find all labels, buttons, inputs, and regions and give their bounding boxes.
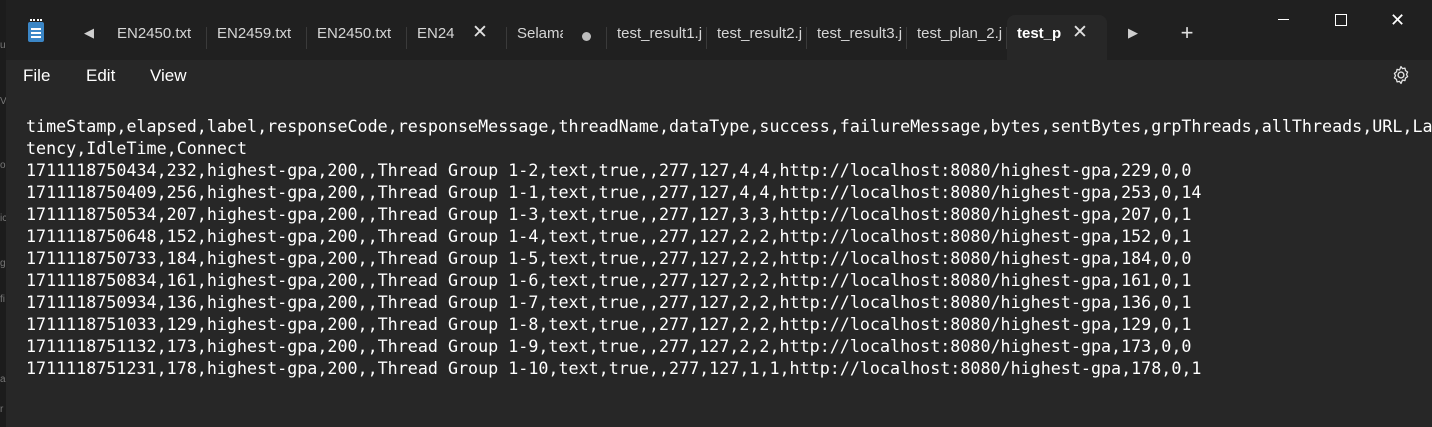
editor-line: 1711118750434,232,highest-gpa,200,,Threa… bbox=[26, 160, 1192, 180]
notepad-icon bbox=[28, 19, 44, 42]
editor-line: 1711118750934,136,highest-gpa,200,,Threa… bbox=[26, 292, 1192, 312]
tab-test-result2[interactable]: test_result2.j bbox=[707, 15, 807, 60]
tab-test-result1[interactable]: test_result1.j bbox=[607, 15, 707, 60]
text-editor-area[interactable]: timeStamp,elapsed,label,responseCode,res… bbox=[6, 92, 1432, 427]
maximize-button[interactable] bbox=[1312, 0, 1369, 40]
menu-file[interactable]: File bbox=[23, 66, 50, 86]
tab-label: test_result2.j bbox=[717, 25, 803, 42]
triangle-left-icon: ◀ bbox=[84, 25, 94, 40]
tab-label: EN2450.txt bbox=[317, 25, 392, 42]
tab-label: Selama bbox=[517, 25, 563, 42]
tab-en2450-txt[interactable]: EN2450.txt bbox=[107, 15, 207, 60]
minimize-icon bbox=[1278, 19, 1289, 21]
tab-label: test_plan_2.j bbox=[917, 25, 1003, 42]
tab-test-p-active[interactable]: test_p ✕ bbox=[1007, 15, 1107, 60]
gear-icon[interactable] bbox=[1390, 64, 1412, 86]
new-tab-button[interactable]: + bbox=[1176, 20, 1198, 46]
editor-line: 1711118750733,184,highest-gpa,200,,Threa… bbox=[26, 248, 1192, 268]
tab-label: EN2450.txt bbox=[117, 25, 192, 42]
editor-line: 1711118750409,256,highest-gpa,200,,Threa… bbox=[26, 182, 1202, 202]
scroll-tabs-left-button[interactable]: ◀ bbox=[77, 21, 101, 45]
scroll-tabs-right-button[interactable]: ▶ bbox=[1121, 21, 1145, 45]
triangle-right-icon: ▶ bbox=[1128, 25, 1138, 40]
close-icon[interactable]: ✕ bbox=[470, 23, 490, 43]
unsaved-dot-icon bbox=[582, 32, 591, 41]
close-window-button[interactable]: ✕ bbox=[1369, 0, 1426, 40]
editor-line: 1711118751132,173,highest-gpa,200,,Threa… bbox=[26, 336, 1192, 356]
editor-line: 1711118750834,161,highest-gpa,200,,Threa… bbox=[26, 270, 1192, 290]
minimize-button[interactable] bbox=[1255, 0, 1312, 40]
menu-view[interactable]: View bbox=[150, 66, 187, 86]
tab-selama[interactable]: Selama bbox=[507, 15, 607, 60]
editor-line: timeStamp,elapsed,label,responseCode,res… bbox=[26, 116, 1432, 136]
tab-test-plan-2[interactable]: test_plan_2.j bbox=[907, 15, 1007, 60]
editor-line: 1711118751231,178,highest-gpa,200,,Threa… bbox=[26, 358, 1202, 378]
editor-line: tency,IdleTime,Connect bbox=[26, 138, 248, 158]
plus-icon: + bbox=[1180, 20, 1194, 45]
tab-test-result3[interactable]: test_result3.j bbox=[807, 15, 907, 60]
maximize-icon bbox=[1334, 13, 1347, 26]
tab-en2459-txt[interactable]: EN2459.txt bbox=[207, 15, 307, 60]
tab-en24[interactable]: EN24 ✕ bbox=[407, 15, 507, 60]
notepad-window: ◀ EN2450.txt EN2459.txt EN2450.txt EN24 … bbox=[6, 0, 1432, 427]
editor-line: 1711118751033,129,highest-gpa,200,,Threa… bbox=[26, 314, 1192, 334]
title-bar[interactable]: ◀ EN2450.txt EN2459.txt EN2450.txt EN24 … bbox=[6, 0, 1432, 60]
tab-en2450-txt-2[interactable]: EN2450.txt bbox=[307, 15, 407, 60]
menu-edit[interactable]: Edit bbox=[86, 66, 115, 86]
tab-label: EN24 bbox=[417, 25, 455, 42]
close-icon: ✕ bbox=[1389, 10, 1406, 30]
editor-line: 1711118750534,207,highest-gpa,200,,Threa… bbox=[26, 204, 1192, 224]
tab-label: EN2459.txt bbox=[217, 25, 292, 42]
tab-label: test_result1.j bbox=[617, 25, 703, 42]
tab-label: test_result3.j bbox=[817, 25, 903, 42]
tab-label: test_p bbox=[1017, 25, 1061, 42]
editor-line: 1711118750648,152,highest-gpa,200,,Threa… bbox=[26, 226, 1192, 246]
menu-bar: File Edit View bbox=[6, 60, 1432, 92]
close-icon[interactable]: ✕ bbox=[1070, 23, 1090, 43]
